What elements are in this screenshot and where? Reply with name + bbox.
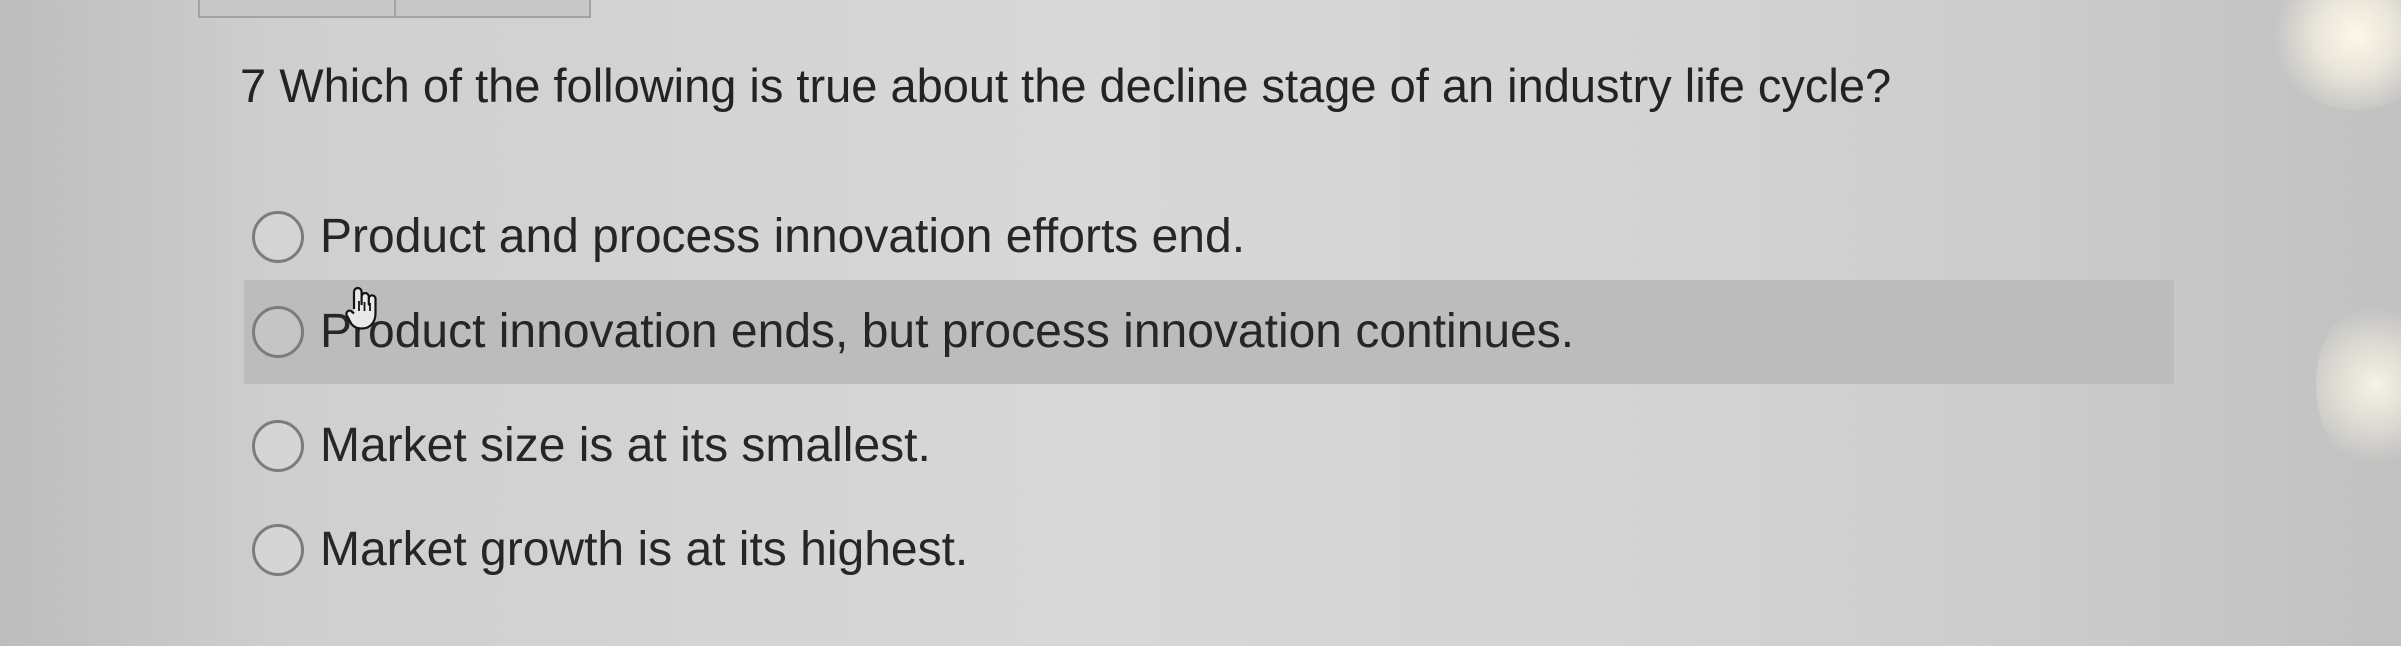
answer-option-1[interactable]: Product and process innovation efforts e… (244, 185, 2174, 289)
answer-option-4[interactable]: Market growth is at its highest. (244, 498, 2174, 602)
top-tab-segment[interactable] (200, 0, 396, 16)
question-text: Which of the following is true about the… (279, 59, 1892, 112)
answer-label-2: Product innovation ends, but process inn… (320, 305, 1575, 358)
radio-button-icon[interactable] (252, 420, 304, 472)
question-card: 7 Which of the following is true about t… (240, 58, 2180, 618)
answer-label-1: Product and process innovation efforts e… (320, 210, 1246, 263)
top-tab-segment[interactable] (395, 0, 589, 16)
radio-button-icon[interactable] (252, 306, 304, 358)
light-glare-middle (2316, 300, 2401, 470)
answer-label-4: Market growth is at its highest. (320, 523, 969, 576)
radio-button-icon[interactable] (252, 524, 304, 576)
question-title: 7 Which of the following is true about t… (240, 58, 1891, 114)
radio-button-icon[interactable] (252, 211, 304, 263)
question-number: 7 (240, 59, 267, 112)
answer-option-3[interactable]: Market size is at its smallest. (244, 394, 2174, 498)
answer-label-3: Market size is at its smallest. (320, 419, 931, 472)
light-glare-top (2271, 0, 2401, 110)
answer-option-2[interactable]: Product innovation ends, but process inn… (244, 280, 2174, 384)
top-tab-strip (198, 0, 591, 18)
